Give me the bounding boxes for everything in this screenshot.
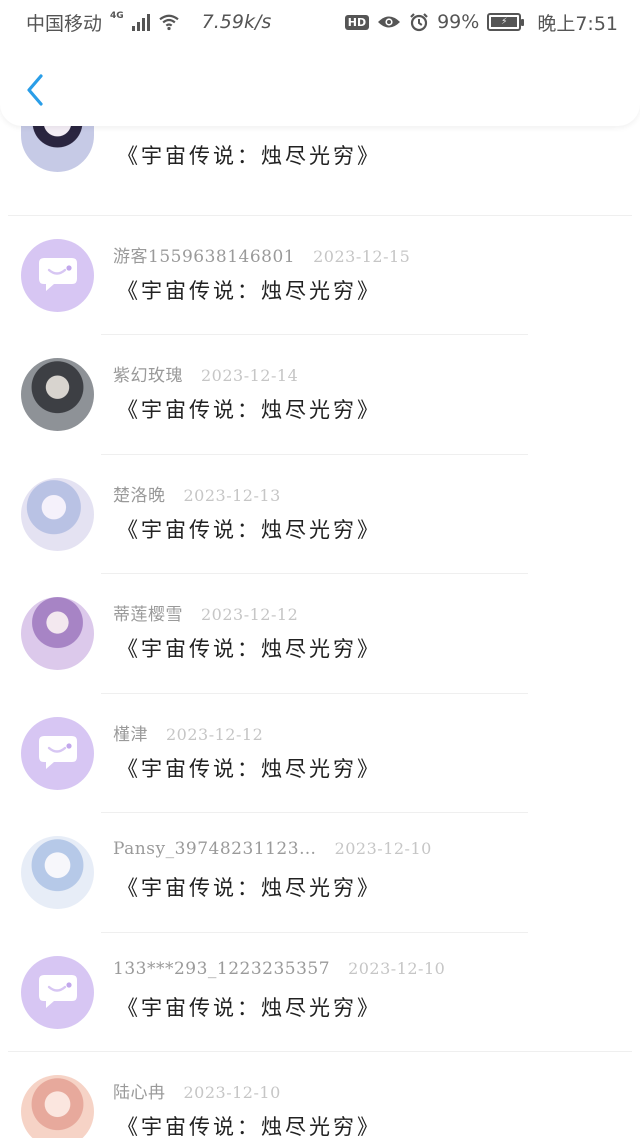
comment-meta: 133***293_1223235357 2023-12-10 <box>113 959 445 979</box>
default-avatar-icon[interactable] <box>21 955 94 1029</box>
comment-text: 《宇宙传说：烛尽光穷》 <box>117 756 381 781</box>
chevron-left-icon <box>27 74 43 106</box>
battery-percent: 99% <box>437 11 480 33</box>
comment-text: 《宇宙传说：烛尽光穷》 <box>117 398 381 422</box>
comment-meta: Pansy_39748231123… 2023-12-10 <box>113 839 432 859</box>
user-name[interactable]: 楚洛晚 <box>113 481 166 506</box>
avatar[interactable] <box>21 1075 94 1138</box>
hd-badge: HD <box>344 14 370 30</box>
comment-text: 《宇宙传说：烛尽光穷》 <box>117 144 381 168</box>
comment-meta: 楚洛晚 2023-12-13 <box>113 481 281 506</box>
avatar[interactable] <box>21 477 94 551</box>
comment-date: 2023-12-13 <box>183 485 281 505</box>
comment-item: Pansy_39748231123… 2023-12-10 《宇宙传说：烛尽光穷》 <box>0 813 640 933</box>
comment-item: 楚洛晚 2023-12-13 《宇宙传说：烛尽光穷》 <box>0 455 640 574</box>
comment-text: 《宇宙传说：烛尽光穷》 <box>117 1115 381 1138</box>
comment-text: 《宇宙传说：烛尽光穷》 <box>117 278 381 303</box>
comment-date: 2023-12-12 <box>201 605 299 624</box>
eye-icon <box>378 16 401 28</box>
avatar[interactable] <box>21 358 94 431</box>
wifi-icon <box>158 14 179 31</box>
user-name[interactable]: 蒂莲樱雪 <box>113 600 183 625</box>
comment-item: 陆心冉 2023-12-10 《宇宙传说：烛尽光穷》 <box>0 1052 640 1138</box>
network-speed: 7.59k/s <box>201 11 272 33</box>
default-avatar-icon[interactable] <box>21 716 94 790</box>
default-avatar-icon[interactable] <box>21 238 94 312</box>
comment-meta: 紫幻玫瑰 2023-12-14 <box>113 361 298 386</box>
signal-icon <box>131 13 150 31</box>
comment-date: 2023-12-15 <box>313 246 411 266</box>
comment-item: 游客1559638146801 2023-12-15 《宇宙传说：烛尽光穷》 <box>0 216 640 335</box>
comment-item: 紫幻玫瑰 2023-12-14 《宇宙传说：烛尽光穷》 <box>0 335 640 455</box>
comment-list: 《宇宙传说：烛尽光穷》 游客1559638146801 2023-12-15 《宇宙传… <box>0 96 640 1138</box>
comment-item: 槿津 2023-12-12 《宇宙传说：烛尽光穷》 <box>0 694 640 813</box>
user-name[interactable]: 槿津 <box>113 720 148 745</box>
comment-meta: 槿津 2023-12-12 <box>113 720 263 745</box>
alarm-icon <box>410 13 428 32</box>
comment-date: 2023-12-14 <box>201 366 299 385</box>
clock: 晚上7:51 <box>537 12 618 35</box>
comment-meta: 游客1559638146801 2023-12-15 <box>113 242 410 267</box>
comment-meta: 陆心冉 2023-12-10 <box>113 1078 281 1103</box>
network-type: 4G <box>110 11 124 21</box>
comment-date: 2023-12-10 <box>348 958 446 978</box>
battery-icon: ⚡ <box>487 13 525 31</box>
status-bar: 中国移动 4G 7.59k/s HD 99% ⚡ 晚上7:51 <box>0 0 640 44</box>
comment-date: 2023-12-10 <box>334 839 432 858</box>
back-button[interactable] <box>18 70 52 110</box>
comment-date: 2023-12-10 <box>183 1083 281 1102</box>
avatar[interactable] <box>21 597 94 670</box>
comment-text: 《宇宙传说：烛尽光穷》 <box>117 637 381 661</box>
user-name[interactable]: 游客1559638146801 <box>113 242 295 267</box>
comment-meta: 蒂莲樱雪 2023-12-12 <box>113 600 298 625</box>
user-name[interactable]: Pansy_39748231123… <box>113 839 317 859</box>
comment-date: 2023-12-12 <box>166 724 264 744</box>
nav-bar <box>0 44 640 126</box>
comment-text: 《宇宙传说：烛尽光穷》 <box>117 517 381 542</box>
comment-text: 《宇宙传说：烛尽光穷》 <box>117 995 381 1020</box>
avatar[interactable] <box>21 836 94 909</box>
user-name[interactable]: 紫幻玫瑰 <box>113 361 183 386</box>
user-name[interactable]: 陆心冉 <box>113 1078 166 1103</box>
comment-item: 蒂莲樱雪 2023-12-12 《宇宙传说：烛尽光穷》 <box>0 574 640 694</box>
carrier-label: 中国移动 <box>26 12 103 35</box>
comment-item: 133***293_1223235357 2023-12-10 《宇宙传说：烛尽光穷… <box>0 933 640 1052</box>
user-name[interactable]: 133***293_1223235357 <box>113 959 330 979</box>
comment-text: 《宇宙传说：烛尽光穷》 <box>117 876 381 900</box>
